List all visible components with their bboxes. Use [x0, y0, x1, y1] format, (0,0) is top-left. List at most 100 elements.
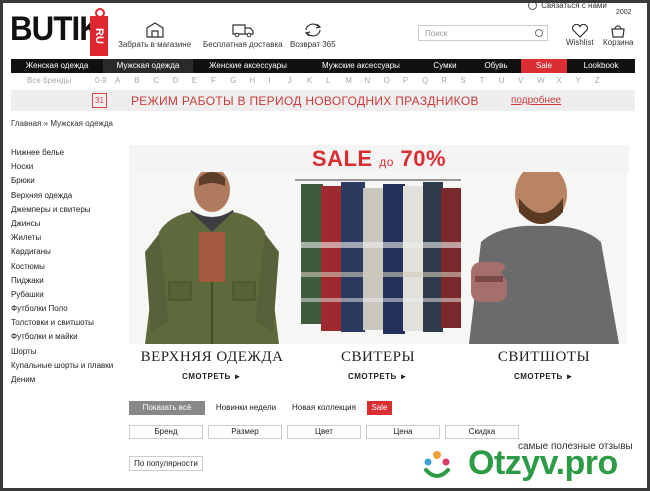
sidebar-item[interactable]: Футболки и майки	[11, 330, 121, 344]
banner-text: РЕЖИМ РАБОТЫ В ПЕРИОД НОВОГОДНИХ ПРАЗДНИ…	[131, 94, 479, 108]
breadcrumb[interactable]: Главная » Мужская одежда	[11, 119, 113, 128]
alpha-letter[interactable]: X	[556, 75, 575, 87]
sidebar-item[interactable]: Футболки Поло	[11, 302, 121, 316]
filter-price[interactable]: Цена	[366, 425, 440, 439]
sidebar-item[interactable]: Джемперы и свитеры	[11, 203, 121, 217]
sidebar-item[interactable]: Брюки	[11, 174, 121, 188]
sweatshirts-more-link[interactable]: СМОТРЕТЬ ►	[461, 372, 627, 381]
search-icon	[535, 29, 543, 37]
watermark-brand: Otzyv.pro	[468, 444, 618, 482]
heart-icon	[571, 24, 588, 38]
alpha-letter[interactable]: D	[173, 75, 192, 87]
nav-men-clothing[interactable]: Мужская одежда	[103, 59, 193, 73]
alpha-letter[interactable]: G	[230, 75, 249, 87]
feature-pickup[interactable]: Забрать в магазине	[118, 22, 191, 49]
alpha-letter[interactable]: F	[211, 75, 230, 87]
sweaters-image[interactable]	[295, 172, 461, 344]
alpha-letter[interactable]: M	[345, 75, 364, 87]
filter-discount[interactable]: Скидка	[445, 425, 519, 439]
sidebar-item[interactable]: Джинсы	[11, 217, 121, 231]
sale-promo[interactable]: SALE до 70% ВЕРХНЯЯ ОДЕЖДА СВИТЕРЫ СВИТШ…	[129, 145, 629, 385]
alpha-letter[interactable]: A	[115, 75, 134, 87]
otzyv-logo-icon	[424, 451, 450, 478]
sale-upto: до	[379, 155, 394, 169]
nav-women-clothing[interactable]: Женская одежда	[11, 59, 103, 73]
feature-returns[interactable]: Возврат 365	[290, 22, 336, 49]
alpha-letter[interactable]: N	[364, 75, 383, 87]
logo-word: BUTIK	[10, 10, 102, 48]
wishlist-button[interactable]: Wishlist	[566, 24, 594, 47]
alpha-letter[interactable]: E	[192, 75, 211, 87]
alpha-letter[interactable]: P	[403, 75, 422, 87]
sidebar-item[interactable]: Купальные шорты и плавки	[11, 359, 121, 373]
nav-sale[interactable]: Sale	[521, 59, 567, 73]
nav-women-accessories[interactable]: Женские аксессуары	[193, 59, 303, 73]
alpha-letter[interactable]: Y	[576, 75, 595, 87]
alpha-all-brands[interactable]: Все бренды	[11, 75, 95, 87]
sidebar-item[interactable]: Рубашки	[11, 288, 121, 302]
alpha-letter[interactable]: U	[499, 75, 518, 87]
bag-icon	[611, 25, 625, 38]
sweatshirts-image[interactable]	[461, 172, 627, 344]
sidebar-item[interactable]: Носки	[11, 160, 121, 174]
alpha-letter[interactable]: S	[460, 75, 479, 87]
nav-men-accessories[interactable]: Мужские аксессуары	[303, 59, 419, 73]
brand-alphabet: Все бренды 0-9 A B C D E F G H I J K L M…	[11, 75, 635, 87]
alpha-letter[interactable]: I	[269, 75, 288, 87]
outerwear-more-link[interactable]: СМОТРЕТЬ ►	[129, 372, 295, 381]
site-logo[interactable]: BUTIK RU	[10, 8, 109, 56]
alpha-letter[interactable]: W	[537, 75, 556, 87]
alpha-letter[interactable]: H	[249, 75, 268, 87]
contact-label: Связаться с нами	[541, 1, 607, 10]
sidebar-item[interactable]: Шорты	[11, 345, 121, 359]
alpha-letter[interactable]: K	[307, 75, 326, 87]
nav-bags[interactable]: Сумки	[419, 59, 471, 73]
sidebar-item[interactable]: Пиджаки	[11, 274, 121, 288]
alpha-letter[interactable]: 0-9	[95, 75, 115, 87]
tab-new-week[interactable]: Новинки недели	[210, 401, 282, 415]
holiday-banner: 31 РЕЖИМ РАБОТЫ В ПЕРИОД НОВОГОДНИХ ПРАЗ…	[11, 90, 635, 111]
sidebar-item[interactable]: Толстовки и свитшоты	[11, 316, 121, 330]
alpha-letter[interactable]: R	[441, 75, 460, 87]
alpha-letter[interactable]: B	[134, 75, 153, 87]
filter-size[interactable]: Размер	[208, 425, 282, 439]
alpha-letter[interactable]: O	[384, 75, 403, 87]
sweaters-more-link[interactable]: СМОТРЕТЬ ►	[295, 372, 461, 381]
alpha-letter[interactable]: J	[288, 75, 307, 87]
sidebar-item[interactable]: Жилеты	[11, 231, 121, 245]
tab-new-collection[interactable]: Новая коллекция	[288, 401, 360, 415]
sale-word: SALE	[311, 146, 373, 171]
alpha-letter[interactable]: Q	[422, 75, 441, 87]
outerwear-image[interactable]	[129, 172, 295, 344]
main-nav: Женская одежда Мужская одежда Женские ак…	[11, 59, 635, 73]
cart-button[interactable]: Корзина	[603, 24, 633, 47]
sidebar-item[interactable]: Нижнее белье	[11, 146, 121, 160]
search-input[interactable]: Поиск	[418, 25, 548, 41]
return-arrows-icon	[304, 23, 321, 37]
sidebar-item[interactable]: Верхняя одежда	[11, 189, 121, 203]
alpha-letter[interactable]: T	[480, 75, 499, 87]
alpha-letter[interactable]: Z	[595, 75, 614, 87]
contact-link[interactable]: Связаться с нами 2002	[528, 1, 632, 16]
filter-brand[interactable]: Бренд	[129, 425, 203, 439]
alpha-letter[interactable]: V	[518, 75, 537, 87]
sweaters-caption: СВИТЕРЫ	[340, 349, 416, 365]
alpha-letter[interactable]: C	[153, 75, 172, 87]
filter-color[interactable]: Цвет	[287, 425, 361, 439]
sidebar-item[interactable]: Кардиганы	[11, 245, 121, 259]
alpha-letter[interactable]: L	[326, 75, 345, 87]
feature-delivery[interactable]: Бесплатная доставка	[203, 22, 283, 49]
feature-pickup-label: Забрать в магазине	[118, 40, 192, 49]
logo-badge: RU	[90, 16, 108, 56]
sale-title: SALE до 70%	[312, 146, 446, 171]
store-icon	[145, 22, 164, 38]
sidebar-item[interactable]: Костюмы	[11, 260, 121, 274]
sidebar-item[interactable]: Деним	[11, 373, 121, 387]
nav-lookbook[interactable]: Lookbook	[567, 59, 635, 73]
nav-shoes[interactable]: Обувь	[471, 59, 521, 73]
tab-sale[interactable]: Sale	[367, 401, 392, 415]
banner-more-link[interactable]: подробнее	[511, 95, 561, 106]
tab-show-all[interactable]: Показать всё	[129, 401, 205, 415]
phone-icon	[528, 1, 537, 11]
sort-dropdown[interactable]: По популярности	[129, 456, 203, 471]
